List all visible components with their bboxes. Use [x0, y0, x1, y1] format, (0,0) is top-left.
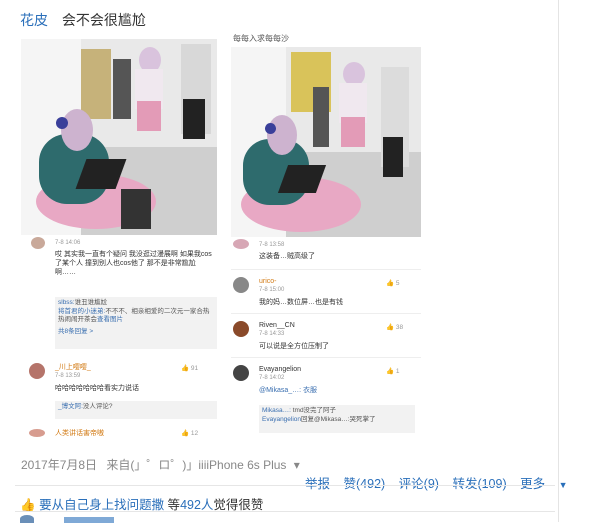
reply-box: _博文阿:没人评论?	[55, 401, 217, 419]
likers-count-link[interactable]: 492人	[180, 498, 213, 512]
post-meta: 2017年7月8日 来自(」゜ロ゜)」iiiiPhone 6s Plus ▾	[21, 456, 300, 473]
comment-item: Evayangelion 7-8 14:02 @Mikasa_…: 衣服	[259, 366, 318, 394]
reply-box: slbss:谁丑谁尴尬 将首君的小迷弟:不不不、相亲相爱的二次元一家合热热闹闹开…	[55, 297, 217, 349]
divider	[15, 485, 555, 486]
avatar	[29, 429, 45, 437]
avatar	[29, 363, 45, 379]
comment-item: 7-8 13:58 这装备…贼高级了	[259, 242, 315, 260]
like-count[interactable]: 👍 12	[181, 429, 198, 437]
comment-item: urico- 7-8 15:00 我的妈…数位屏…也是有钱	[259, 278, 343, 306]
action-bar: 举报 赞(492) 评论(9) 转发(109) 更多 ▼	[305, 473, 588, 492]
author-link[interactable]: 花皮	[20, 12, 48, 28]
forward-link[interactable]: 转发(109)	[452, 477, 506, 491]
like-count[interactable]: 👍 1	[386, 367, 400, 375]
post-image-left[interactable]: 7-8 14:06 哎 其实我一直有个疑问 我没逛过漫展啊 如果我cos了某个人…	[21, 39, 217, 437]
comment-link[interactable]: 评论(9)	[399, 477, 439, 491]
post-title: 会不会很尴尬	[61, 12, 146, 28]
caret-down-icon: ▼	[558, 480, 568, 490]
report-link[interactable]: 举报	[305, 477, 330, 491]
like-count[interactable]: 👍 38	[386, 323, 403, 331]
avatar	[31, 237, 45, 249]
post-date[interactable]: 2017年7月8日	[21, 458, 97, 472]
avatar	[233, 277, 249, 293]
divider	[15, 511, 555, 512]
comment-panel-left: 7-8 14:06 哎 其实我一直有个疑问 我没逛过漫展啊 如果我cos了某个人…	[21, 235, 217, 437]
comment-panel-right: 7-8 13:58 这装备…贼高级了 urico- 7-8 15:00 我的妈……	[231, 237, 421, 443]
overlay-text: 每每入求每每沙	[233, 34, 289, 43]
comment-item: Riven__CN 7-8 14:33 可以说是全方位压制了	[259, 322, 329, 350]
comment-item: 7-8 14:06 哎 其实我一直有个疑问 我没逛过漫展啊 如果我cos了某个人…	[55, 240, 212, 276]
avatar	[233, 321, 249, 337]
more-replies-link[interactable]: 共8条回复 >	[58, 328, 214, 337]
reply-box: Mikasa…: tmd没完了阿子 Evayangelion回复@Mikasa……	[259, 405, 415, 433]
like-count[interactable]: 👍 5	[386, 279, 400, 287]
chevron-down-icon[interactable]: ▾	[294, 458, 300, 472]
post-header: 花皮 会不会很尴尬	[20, 10, 146, 30]
avatar	[233, 239, 249, 249]
right-divider	[558, 0, 559, 522]
post-source: 来自(」゜ロ゜)」iiiiPhone 6s Plus	[106, 458, 287, 472]
liker-link[interactable]: 要从自己身上找问题撒	[39, 498, 164, 512]
avatar	[233, 365, 249, 381]
like-count[interactable]: 👍 91	[181, 364, 198, 372]
thumbs-up-icon: 👍	[20, 498, 36, 512]
like-link[interactable]: 赞(492)	[344, 477, 386, 491]
comment-item: 人类讲话害帝嗷	[55, 430, 104, 437]
post-image-right[interactable]: 每每入求每每沙 7-8 13:58 这装备…贼高级了 urico- 7-8 15…	[231, 33, 421, 443]
photo-right	[231, 47, 421, 237]
photo-left	[21, 39, 217, 235]
more-link[interactable]: 更多 ▼	[520, 477, 577, 491]
